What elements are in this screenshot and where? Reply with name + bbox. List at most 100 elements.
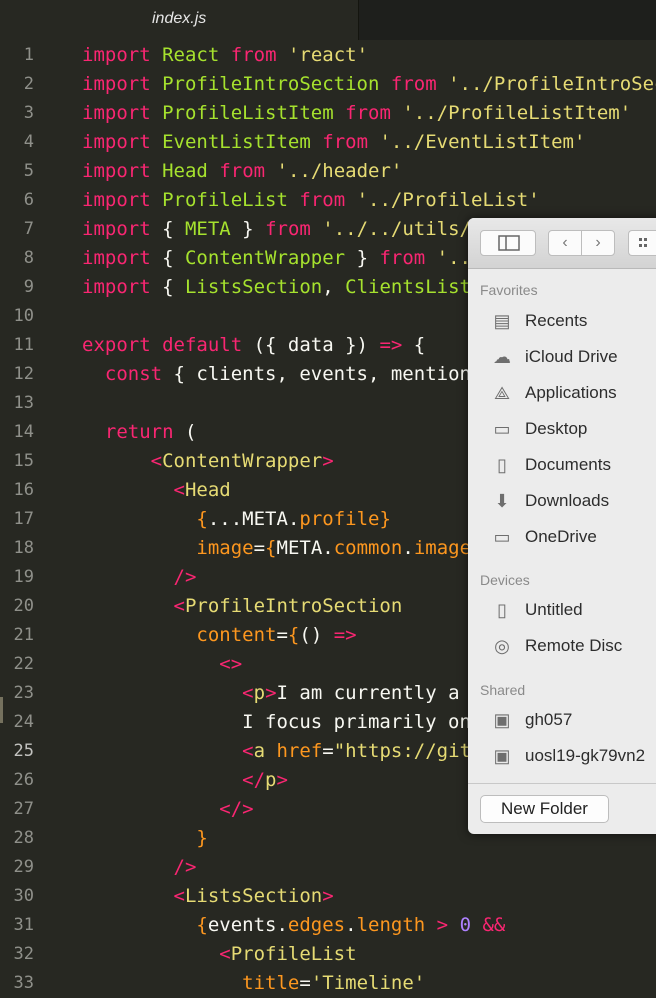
- tab-index-js[interactable]: index.js: [0, 0, 359, 40]
- sidebar-item-recents[interactable]: ▤ Recents: [490, 304, 656, 338]
- code-line[interactable]: 31 {events.edges.length > 0 &&: [0, 911, 656, 940]
- new-folder-button[interactable]: New Folder: [480, 795, 609, 823]
- computer-icon: ▣: [493, 710, 511, 730]
- sidebar-item-onedrive[interactable]: ▭ OneDrive: [490, 520, 656, 554]
- code-text[interactable]: />: [82, 853, 197, 882]
- sidebar-item-uosl19-gk79vn2[interactable]: ▣ uosl19-gk79vn2: [490, 739, 656, 773]
- line-number: 6: [23, 190, 34, 210]
- sidebar-item-remote-disc[interactable]: ◎ Remote Disc: [490, 629, 656, 663]
- code-text[interactable]: </>: [82, 795, 253, 824]
- section-favorites: Favorites: [480, 282, 538, 298]
- code-text[interactable]: export default ({ data }) => {: [82, 331, 425, 360]
- code-line[interactable]: 29 />: [0, 853, 656, 882]
- sidebar-item-label: Downloads: [525, 491, 610, 510]
- line-number: 3: [23, 103, 34, 123]
- code-line[interactable]: 4 import EventListItem from '../EventList…: [0, 128, 656, 157]
- code-line[interactable]: 5 import Head from '../header': [0, 157, 656, 186]
- sidebar-item-applications[interactable]: ⟁ Applications: [490, 376, 656, 410]
- line-number: 27: [13, 799, 34, 819]
- chevron-right-icon: ›: [595, 234, 601, 251]
- line-number: 32: [13, 944, 34, 964]
- section-devices: Devices: [480, 572, 530, 588]
- code-text[interactable]: import React from 'react': [82, 41, 368, 70]
- code-line[interactable]: 2 import ProfileIntroSection from '../Pro…: [0, 70, 656, 99]
- code-text[interactable]: import ProfileIntroSection from '../Prof…: [82, 70, 656, 99]
- sidebar-item-label: Recents: [525, 311, 588, 330]
- code-text[interactable]: </p>: [82, 766, 288, 795]
- line-number: 14: [13, 422, 34, 442]
- code-line[interactable]: 30 <ListsSection>: [0, 882, 656, 911]
- line-number: 25: [13, 741, 34, 761]
- sidebar-item-gh057[interactable]: ▣ gh057: [490, 703, 656, 737]
- code-text[interactable]: image={META.common.image: [82, 534, 471, 563]
- code-text[interactable]: <a href="https://git: [82, 737, 471, 766]
- line-number: 22: [13, 654, 34, 674]
- code-text[interactable]: import { ContentWrapper } from '..: [82, 244, 471, 273]
- code-line[interactable]: 33 title='Timeline': [0, 969, 656, 998]
- line-number: 31: [13, 915, 34, 935]
- line-number: 26: [13, 770, 34, 790]
- code-text[interactable]: <Head: [82, 476, 231, 505]
- line-number: 20: [13, 596, 34, 616]
- sidebar-toggle-button[interactable]: [480, 230, 536, 256]
- line-number: 33: [13, 973, 34, 993]
- code-text[interactable]: return (: [82, 418, 197, 447]
- code-text[interactable]: <ListsSection>: [82, 882, 334, 911]
- line-number: 5: [23, 161, 34, 181]
- code-text[interactable]: title='Timeline': [82, 969, 425, 998]
- code-text[interactable]: content={() =>: [82, 621, 356, 650]
- code-text[interactable]: import { META } from '../../utils/: [82, 215, 471, 244]
- code-text[interactable]: import Head from '../header': [82, 157, 402, 186]
- code-text[interactable]: import ProfileListItem from '../ProfileL…: [82, 99, 631, 128]
- sidebar-icon: [498, 235, 520, 251]
- code-text[interactable]: import EventListItem from '../EventListI…: [82, 128, 585, 157]
- code-line[interactable]: 3 import ProfileListItem from '../Profile…: [0, 99, 656, 128]
- code-text[interactable]: <>: [82, 650, 242, 679]
- sidebar-item-label: Remote Disc: [525, 636, 623, 655]
- code-text[interactable]: {events.edges.length > 0 &&: [82, 911, 505, 940]
- code-text[interactable]: import ProfileList from '../ProfileList': [82, 186, 540, 215]
- desktop-icon: ▭: [493, 419, 511, 439]
- sidebar-item-label: Desktop: [525, 419, 588, 438]
- recents-icon: ▤: [493, 311, 511, 331]
- folder-icon: ▭: [493, 527, 511, 547]
- back-button[interactable]: ‹: [548, 230, 582, 256]
- forward-button[interactable]: ›: [581, 230, 615, 256]
- code-text[interactable]: I focus primarily on: [82, 708, 471, 737]
- code-text[interactable]: <ProfileIntroSection: [82, 592, 403, 621]
- tab-bar: index.js: [0, 0, 656, 40]
- sidebar-item-icloud-drive[interactable]: ☁ iCloud Drive: [490, 340, 656, 374]
- tab-title: index.js: [152, 10, 207, 27]
- line-number: 23: [13, 683, 34, 703]
- chevron-left-icon: ‹: [562, 234, 568, 251]
- code-text[interactable]: import { ListsSection, ClientsList: [82, 273, 471, 302]
- sidebar-item-documents[interactable]: ▯ Documents: [490, 448, 656, 482]
- code-text[interactable]: />: [82, 563, 197, 592]
- sidebar-item-untitled[interactable]: ▯ Untitled: [490, 593, 656, 627]
- code-text[interactable]: const { clients, events, mention: [82, 360, 471, 389]
- dialog-toolbar: ‹ ›: [468, 218, 656, 269]
- code-text[interactable]: <p>I am currently a: [82, 679, 471, 708]
- line-number: 2: [23, 74, 34, 94]
- code-line[interactable]: 6 import ProfileList from '../ProfileList…: [0, 186, 656, 215]
- code-line[interactable]: 1 import React from 'react': [0, 41, 656, 70]
- code-text[interactable]: {...META.profile}: [82, 505, 391, 534]
- code-line[interactable]: 32 <ProfileList: [0, 940, 656, 969]
- sidebar-item-downloads[interactable]: ⬇ Downloads: [490, 484, 656, 518]
- sidebar-item-label: Documents: [525, 455, 611, 474]
- icon-view-button[interactable]: [628, 230, 656, 256]
- sidebar-item-label: gh057: [525, 710, 573, 729]
- sidebar-item-label: Untitled: [525, 600, 583, 619]
- documents-icon: ▯: [497, 455, 507, 475]
- disk-icon: ▯: [497, 600, 507, 620]
- line-number: 12: [13, 364, 34, 384]
- active-line-marker: [0, 697, 3, 723]
- applications-icon: ⟁: [493, 383, 511, 403]
- sidebar-item-desktop[interactable]: ▭ Desktop: [490, 412, 656, 446]
- line-number: 13: [13, 393, 34, 413]
- line-number: 15: [13, 451, 34, 471]
- disc-icon: ◎: [494, 636, 510, 656]
- code-text[interactable]: }: [82, 824, 207, 853]
- code-text[interactable]: <ProfileList: [82, 940, 356, 969]
- code-text[interactable]: <ContentWrapper>: [82, 447, 334, 476]
